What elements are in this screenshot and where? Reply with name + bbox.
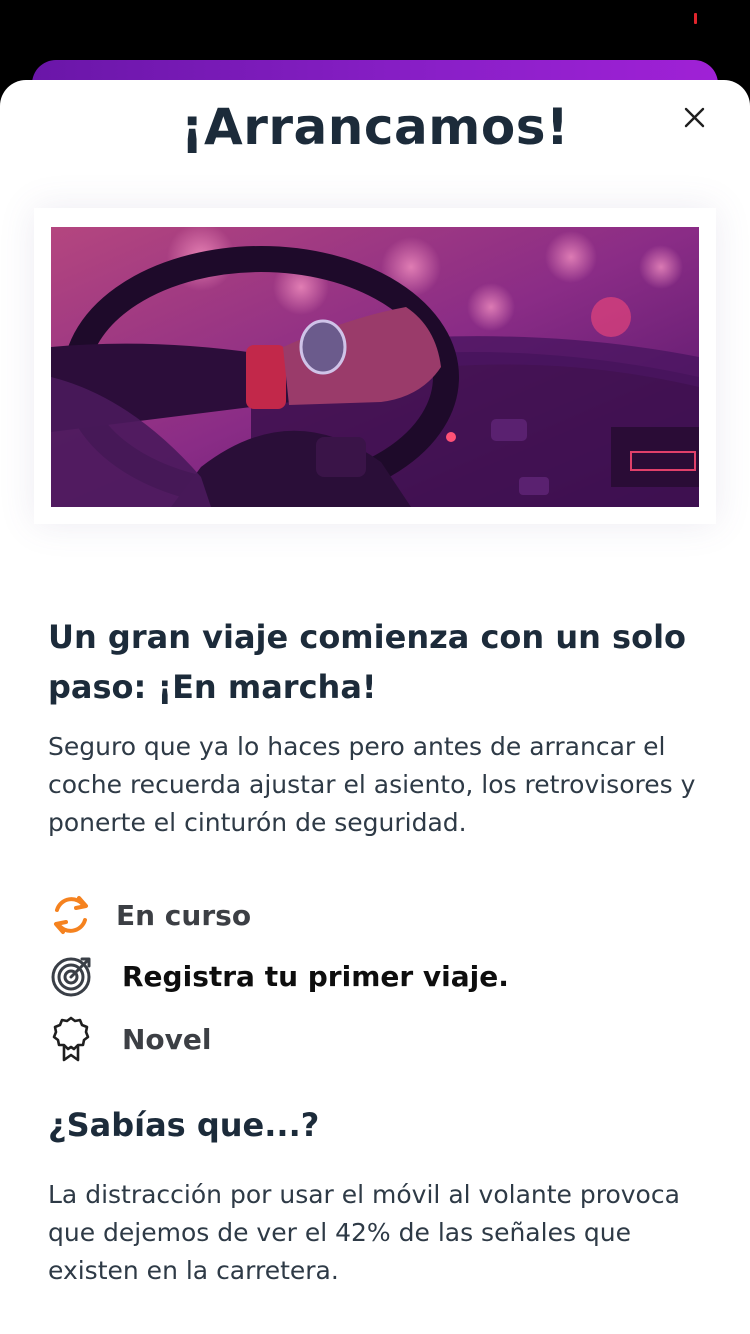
status-label: En curso xyxy=(116,898,252,932)
fact-title: ¿Sabías que...? xyxy=(48,1106,320,1144)
goal-label: Registra tu primer viaje. xyxy=(122,959,509,993)
close-icon xyxy=(684,107,705,128)
driving-illustration xyxy=(51,227,699,507)
modal-title: ¡Arrancamos! xyxy=(180,98,570,156)
fact-text: La distracción por usar el móvil al vola… xyxy=(48,1180,680,1285)
recording-indicator xyxy=(694,13,697,24)
target-icon xyxy=(50,954,94,998)
challenge-description: Seguro que ya lo haces pero antes de arr… xyxy=(48,732,696,837)
goal-row: Registra tu primer viaje. xyxy=(50,954,509,998)
level-label: Novel xyxy=(122,1022,212,1056)
hero-image-card xyxy=(34,208,716,524)
level-row: Novel xyxy=(52,1016,212,1062)
challenge-headline: Un gran viaje comienza con un solo paso:… xyxy=(48,618,687,706)
award-ribbon-icon xyxy=(52,1016,90,1062)
challenge-modal: ¡Arrancamos! Un gran viaje comienza con … xyxy=(0,80,750,1334)
refresh-icon xyxy=(48,892,94,938)
status-bar xyxy=(0,0,750,60)
close-button[interactable] xyxy=(674,98,714,138)
status-row: En curso xyxy=(48,892,251,938)
